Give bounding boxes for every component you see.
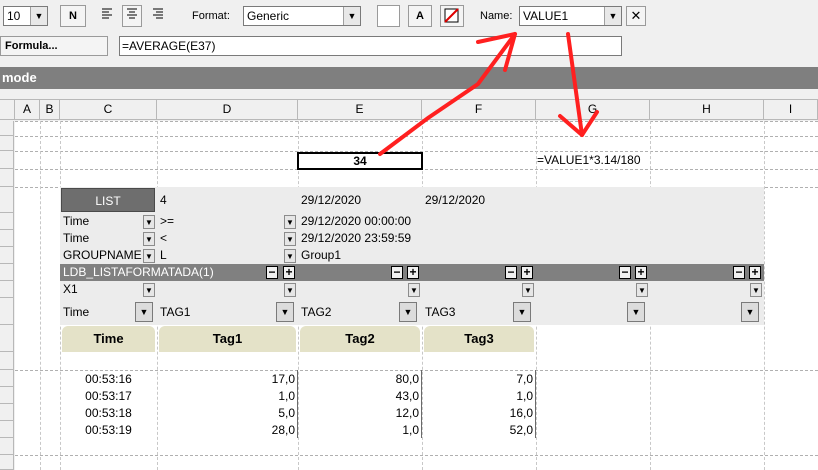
annotation-arrows xyxy=(378,32,599,156)
arrow-to-formula-icon xyxy=(566,32,584,137)
arrow-to-name-icon xyxy=(378,32,517,156)
